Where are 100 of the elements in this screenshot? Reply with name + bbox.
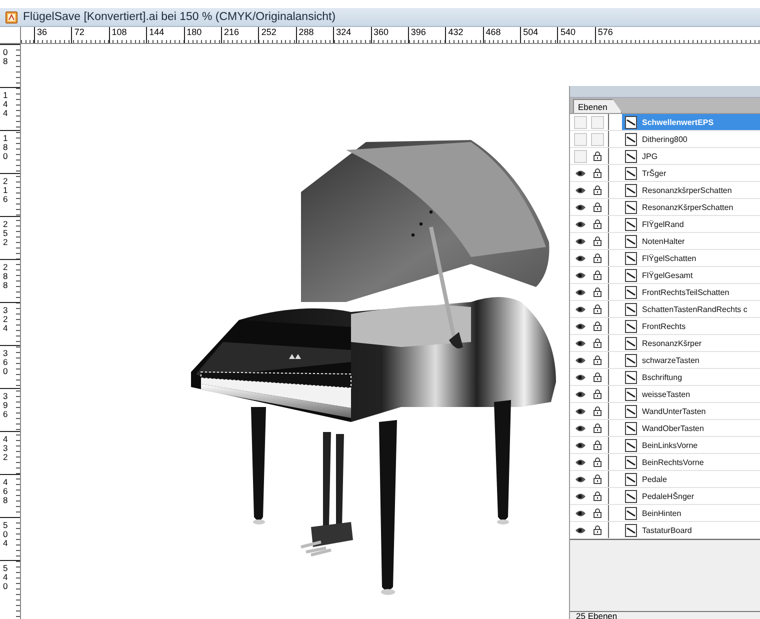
layer-item[interactable]: Pedale	[622, 471, 760, 487]
layer-item[interactable]: BeinHinten	[622, 505, 760, 521]
layer-thumbnail-icon	[625, 234, 637, 248]
lock-icon[interactable]	[591, 388, 604, 400]
lock-icon[interactable]	[591, 320, 604, 332]
visibility-toggle[interactable]	[574, 150, 587, 162]
layer-name: weisseTasten	[642, 390, 690, 398]
layer-thumbnail-icon	[625, 404, 637, 418]
layer-item[interactable]: FlŸgelSchatten	[622, 250, 760, 266]
ruler-label: 540	[560, 27, 576, 38]
ruler-label: 576	[598, 27, 613, 38]
lock-toggle[interactable]	[591, 132, 604, 146]
layer-item[interactable]: BeinLinksVorne	[622, 437, 760, 453]
layer-thumbnail-icon	[625, 422, 637, 434]
ruler-label: 504	[523, 27, 538, 38]
ruler-label: 504	[3, 521, 9, 548]
ruler-label: 432	[448, 27, 464, 38]
lock-icon[interactable]	[591, 354, 604, 366]
ruler-label: 36	[37, 27, 48, 38]
panel-tab[interactable]: Ebenen	[573, 99, 622, 113]
layer-name: WandOberTasten	[642, 424, 704, 432]
ruler-label: 144	[149, 27, 164, 38]
layer-item[interactable]: FlŸgelGesamt	[622, 267, 760, 283]
ruler-label: 08	[3, 48, 9, 66]
lock-icon[interactable]	[591, 472, 604, 486]
ruler-label: 180	[186, 27, 202, 38]
layer-thumbnail-icon	[625, 116, 637, 128]
ruler-label: 360	[3, 349, 9, 376]
layer-name: Pedale	[642, 474, 667, 484]
layer-item[interactable]: FrontRechts	[622, 318, 760, 334]
layer-item[interactable]: TastaturBoard	[622, 522, 760, 538]
layer-thumbnail-icon	[625, 184, 637, 196]
lock-icon[interactable]	[591, 456, 604, 468]
lock-icon[interactable]	[591, 438, 604, 452]
lock-icon[interactable]	[591, 218, 604, 230]
layer-item[interactable]: NotenHalter	[622, 233, 760, 249]
document-icon	[5, 10, 18, 24]
layer-item[interactable]: ResonanzkšrperSchatten	[622, 182, 760, 198]
layer-thumbnail-icon	[625, 336, 637, 350]
layer-thumbnail-icon	[625, 268, 637, 282]
layer-item[interactable]: WandOberTasten	[622, 420, 760, 436]
lock-toggle[interactable]	[591, 116, 604, 128]
lock-icon[interactable]	[591, 286, 604, 298]
lock-icon[interactable]	[591, 252, 604, 264]
layer-item[interactable]: WandUnterTasten	[622, 403, 760, 419]
lock-icon[interactable]	[591, 302, 604, 316]
layer-name: FlŸgelGesamt	[642, 270, 693, 280]
layer-thumbnail-icon	[625, 200, 637, 214]
layer-thumbnail-icon	[625, 320, 637, 332]
lock-icon[interactable]	[591, 370, 604, 384]
layer-name: BeinLinksVorne	[642, 440, 698, 450]
layer-thumbnail-icon	[625, 524, 637, 536]
lock-icon[interactable]	[591, 490, 604, 502]
layer-name: ResonanzkšrperSchatten	[642, 186, 732, 194]
lock-icon[interactable]	[591, 200, 604, 214]
layer-name: BeinRechtsVorne	[642, 458, 704, 466]
ruler-label: 180	[3, 134, 9, 161]
layer-thumbnail-icon	[625, 506, 637, 520]
layer-item[interactable]: PedaleHŠnger	[622, 488, 760, 504]
layer-item[interactable]: TrŠger	[622, 165, 760, 181]
layer-thumbnail-icon	[625, 472, 637, 486]
layer-name: Dithering800	[642, 134, 688, 144]
layer-item[interactable]: JPG	[622, 148, 760, 164]
lock-icon[interactable]	[591, 422, 604, 434]
lock-icon[interactable]	[591, 150, 604, 162]
layer-item[interactable]: ResonanzKšrper	[622, 335, 760, 351]
layer-item[interactable]: FrontRechtsTeilSchatten	[622, 284, 760, 300]
lock-icon[interactable]	[591, 404, 604, 418]
layer-item[interactable]: ResonanzKšrperSchatten	[622, 199, 760, 215]
ruler-label: 252	[3, 220, 9, 247]
lock-icon[interactable]	[591, 234, 604, 248]
layer-name: SchattenTastenRandRechts c	[642, 304, 748, 314]
ruler-label: 396	[410, 27, 426, 38]
layer-thumbnail-icon	[625, 438, 637, 452]
ruler-label: 468	[3, 478, 9, 505]
layer-thumbnail-icon	[625, 370, 637, 384]
ruler-label: 468	[486, 27, 501, 38]
layer-thumbnail-icon	[625, 286, 637, 298]
layer-item[interactable]: Dithering800	[622, 131, 760, 147]
lock-icon[interactable]	[591, 506, 604, 520]
layer-item[interactable]: schwarzeTasten	[622, 352, 760, 368]
layer-item[interactable]: BeinRechtsVorne	[622, 454, 760, 470]
layer-name: FlŸgelSchatten	[642, 254, 696, 262]
layer-name: TastaturBoard	[642, 526, 692, 534]
layer-item[interactable]: FlŸgelRand	[622, 216, 760, 232]
ruler-label: 108	[112, 27, 127, 38]
visibility-toggle[interactable]	[574, 116, 587, 128]
ruler-label: 252	[261, 27, 276, 38]
lock-icon[interactable]	[591, 184, 604, 196]
layer-item[interactable]: Bschriftung	[622, 369, 760, 385]
layer-item[interactable]: weisseTasten	[622, 386, 760, 402]
lock-icon[interactable]	[591, 336, 604, 350]
visibility-toggle[interactable]	[574, 132, 587, 146]
lock-icon[interactable]	[591, 166, 604, 180]
layer-name: JPG	[642, 152, 658, 160]
lock-icon[interactable]	[591, 268, 604, 282]
layer-item[interactable]: SchattenTastenRandRechts c	[622, 301, 760, 317]
layer-name: FrontRechtsTeilSchatten	[642, 288, 730, 296]
layer-thumbnail-icon	[625, 218, 637, 230]
lock-icon[interactable]	[591, 524, 604, 536]
